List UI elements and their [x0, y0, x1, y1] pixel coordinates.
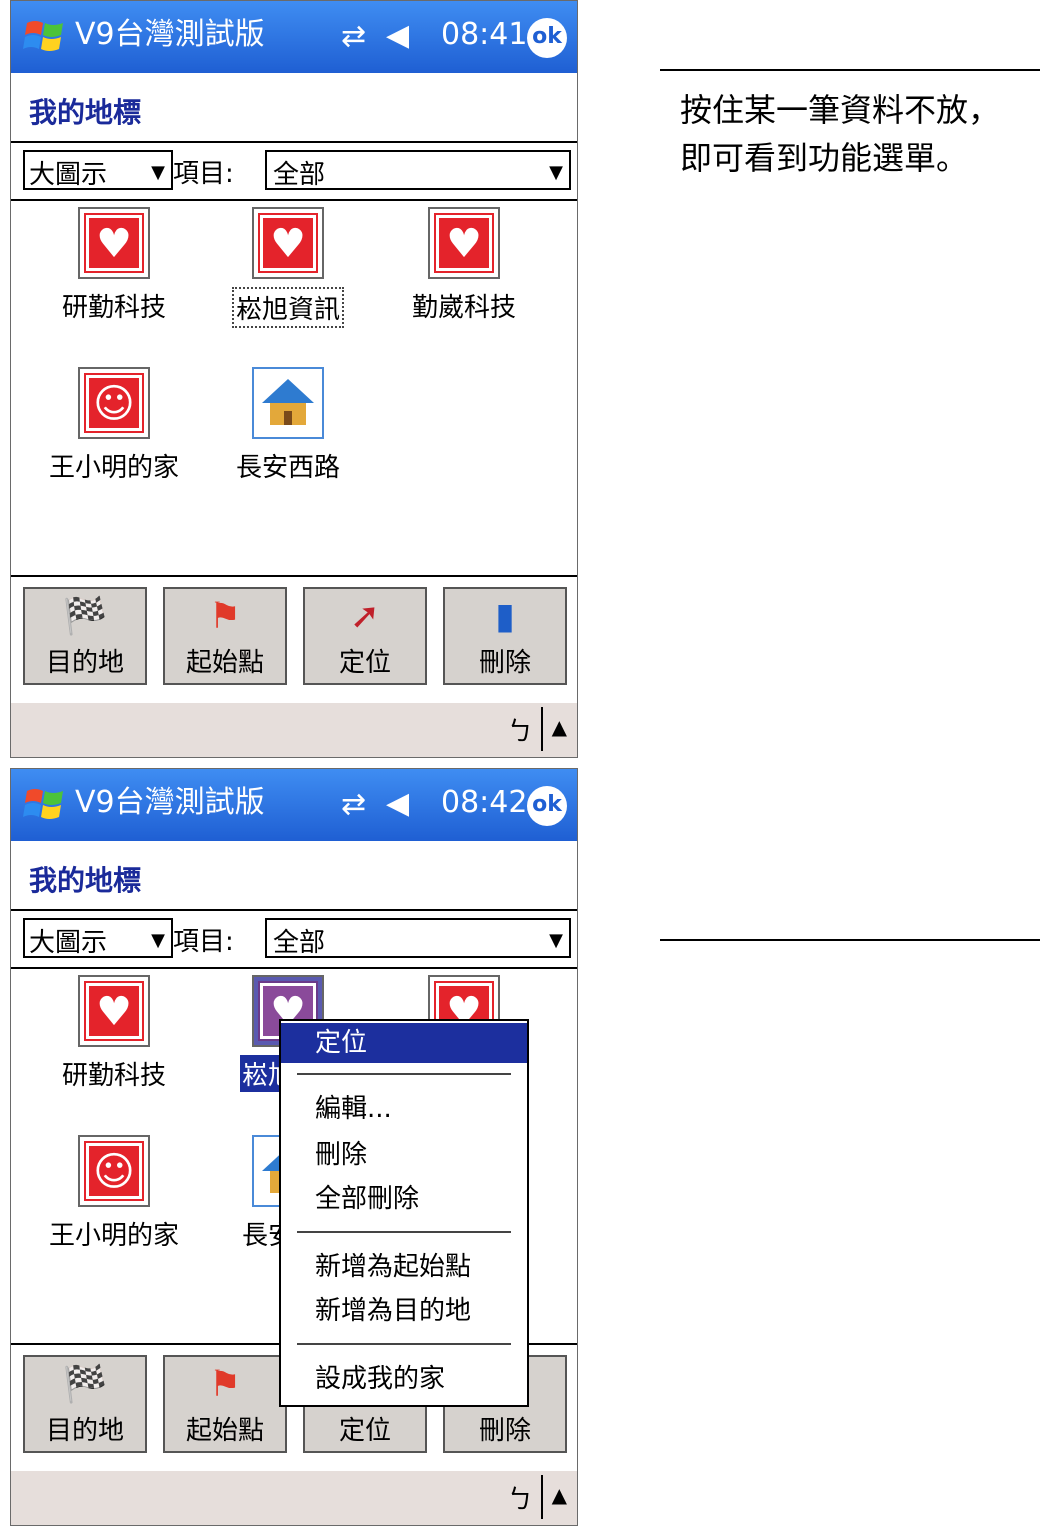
callout-bubbles [660, 69, 1040, 941]
callout-line-2: 即可看到功能選單。 [680, 139, 969, 177]
callout-line-1: 按住某一筆資料不放， [680, 91, 1001, 129]
callout-text: 按住某一筆資料不放， 即可看到功能選單。 [680, 86, 1000, 182]
